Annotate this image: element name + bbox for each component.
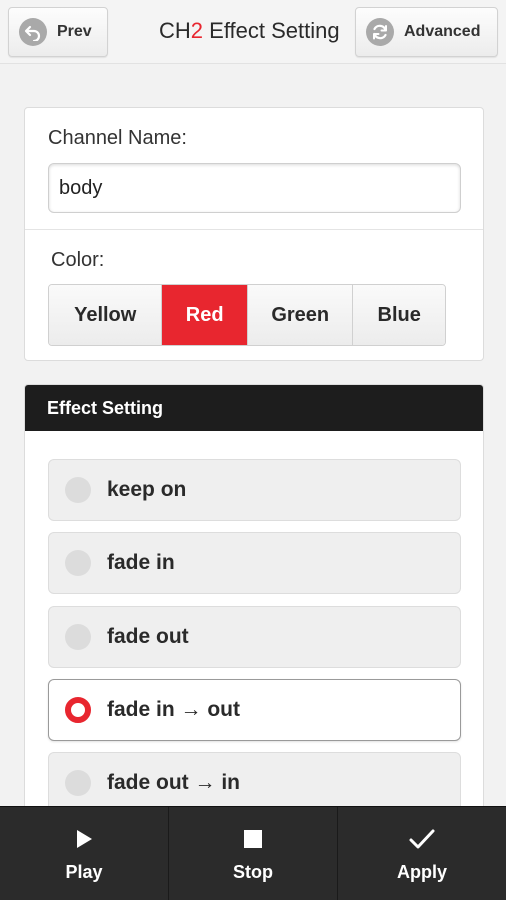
radio-button-selected bbox=[65, 697, 91, 723]
channel-name-input[interactable] bbox=[48, 163, 461, 213]
radio-button bbox=[65, 550, 91, 576]
color-label: Color: bbox=[51, 249, 105, 271]
color-option-blue[interactable]: Blue bbox=[353, 285, 445, 345]
color-option-green[interactable]: Green bbox=[247, 285, 354, 345]
radio-button bbox=[65, 477, 91, 503]
apply-button-label: Apply bbox=[396, 862, 447, 882]
stop-icon bbox=[243, 824, 263, 854]
effect-setting-heading: Effect Setting bbox=[25, 385, 483, 431]
effect-option-label: keep on bbox=[107, 478, 187, 501]
effect-setting-panel: Effect Setting keep on fade in fade out … bbox=[24, 384, 484, 814]
advanced-button-label: Advanced bbox=[404, 23, 481, 40]
color-option-red[interactable]: Red bbox=[162, 285, 248, 345]
color-selector: Yellow Red Green Blue bbox=[48, 284, 446, 346]
play-icon bbox=[74, 824, 94, 854]
refresh-icon bbox=[366, 18, 394, 46]
effect-option-label: fade in bbox=[107, 551, 175, 574]
app-header: Prev CH2 Effect Setting Advanced bbox=[0, 0, 506, 64]
effect-option-label: fade out → in bbox=[107, 771, 240, 794]
effect-option-fade-out[interactable]: fade out bbox=[48, 606, 461, 668]
effect-option-fade-in[interactable]: fade in bbox=[48, 532, 461, 594]
stop-button-label: Stop bbox=[233, 862, 273, 882]
color-option-yellow[interactable]: Yellow bbox=[49, 285, 163, 345]
effect-option-label: fade in → out bbox=[107, 698, 240, 721]
play-button-label: Play bbox=[65, 862, 103, 882]
checkmark-icon bbox=[408, 824, 436, 854]
prev-button-label: Prev bbox=[57, 23, 92, 40]
stop-button[interactable]: Stop bbox=[169, 807, 338, 900]
effect-option-keep-on[interactable]: keep on bbox=[48, 459, 461, 521]
page-title: CH2 Effect Setting bbox=[159, 18, 340, 43]
channel-card: Channel Name: Color: Yellow Red Green Bl… bbox=[24, 107, 484, 361]
apply-button[interactable]: Apply bbox=[338, 807, 506, 900]
play-button[interactable]: Play bbox=[0, 807, 169, 900]
card-divider bbox=[25, 229, 483, 230]
radio-button bbox=[65, 624, 91, 650]
prev-button[interactable]: Prev bbox=[8, 7, 108, 57]
advanced-button[interactable]: Advanced bbox=[355, 7, 498, 57]
radio-button bbox=[65, 770, 91, 796]
effect-option-label: fade out bbox=[107, 625, 189, 648]
channel-name-label: Channel Name: bbox=[48, 127, 187, 149]
effect-option-fade-out-in[interactable]: fade out → in bbox=[48, 752, 461, 813]
effect-option-fade-in-out[interactable]: fade in → out bbox=[48, 679, 461, 741]
back-arrow-icon bbox=[19, 18, 47, 46]
bottom-action-bar: Play Stop Apply bbox=[0, 806, 506, 900]
